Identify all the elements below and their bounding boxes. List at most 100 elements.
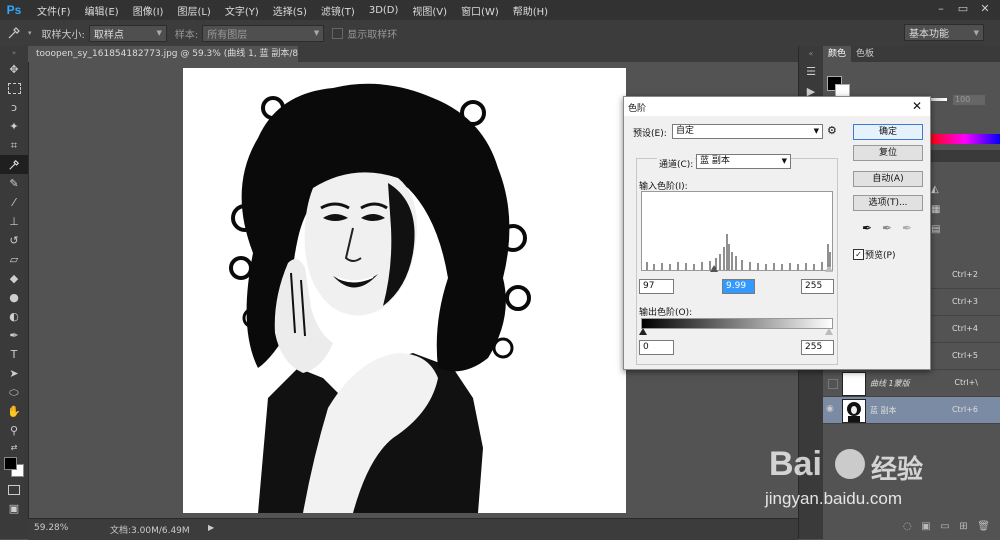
zoom-tool-icon[interactable]: ⚲ [0, 421, 28, 440]
output-white-handle[interactable] [825, 328, 833, 335]
dialog-title-bar[interactable]: 色阶 ✕ [624, 97, 930, 116]
chevron-down-icon: ▼ [781, 157, 787, 165]
output-gradient [641, 318, 833, 329]
layer-footer-icons: ◌ ▣ ▭ ⊞ 🗑 [903, 521, 990, 532]
color-spectrum[interactable] [929, 134, 1000, 144]
input-black-field[interactable]: 97 [639, 279, 674, 294]
swap-colors-icon[interactable]: ⇄ [0, 440, 28, 454]
tool-preset-arrow-icon[interactable]: ▾ [28, 29, 32, 37]
levels-dialog: 色阶 ✕ 预设(E): 自定 ▼ ⚙ 通道(C): 蓝 副本 ▼ 输入色阶(I): [623, 96, 931, 370]
eye-icon[interactable]: ◉ [826, 404, 838, 416]
menu-help[interactable]: 帮助(H) [506, 3, 555, 18]
pen-tool-icon[interactable]: ✒ [0, 326, 28, 345]
menu-layer[interactable]: 图层(L) [170, 3, 217, 18]
eraser-tool-icon[interactable]: ▱ [0, 250, 28, 269]
marquee-tool-icon[interactable] [0, 79, 28, 98]
menu-select[interactable]: 选择(S) [266, 3, 314, 18]
trash-icon[interactable]: 🗑 [977, 521, 990, 532]
preview-checkbox[interactable]: ✓ [853, 249, 864, 260]
black-eyedropper-icon[interactable]: ✒ [862, 221, 872, 235]
tab-swatches[interactable]: 色板 [851, 46, 879, 62]
menu-window[interactable]: 窗口(W) [454, 3, 506, 18]
close-window-button[interactable]: ✕ [976, 1, 994, 17]
document-canvas[interactable] [183, 68, 626, 513]
color-swatches[interactable] [0, 454, 28, 480]
workspace-select[interactable]: 基本功能 ▼ [904, 24, 984, 41]
menu-edit[interactable]: 编辑(E) [78, 3, 126, 18]
tab-color[interactable]: 颜色 [823, 46, 852, 62]
menu-image[interactable]: 图像(I) [126, 3, 171, 18]
paint-bucket-icon[interactable]: ◆ [0, 269, 28, 288]
fill-layer-icon[interactable]: ◌ [903, 521, 912, 532]
output-black-field[interactable]: 0 [639, 340, 674, 355]
menu-filter[interactable]: 滤镜(T) [314, 3, 362, 18]
sample-size-label: 取样大小: [41, 29, 85, 41]
sample-size-select[interactable]: 取样点 ▼ [88, 24, 167, 42]
opacity-value[interactable]: 100 [953, 95, 985, 105]
auto-button[interactable]: 自动(A) [853, 171, 923, 187]
adjustment-levels-icon[interactable]: ◭ [931, 184, 951, 198]
magic-wand-icon[interactable]: ✦ [0, 117, 28, 136]
adjustment-grid-icon[interactable]: ▦ [931, 204, 951, 218]
visibility-toggle[interactable] [828, 379, 838, 389]
layer-row-blue-copy[interactable]: ◉ 蓝 副本 Ctrl+6 [823, 397, 1000, 424]
history-panel-icon[interactable]: ☰ [799, 62, 823, 82]
options-button[interactable]: 选项(T)... [853, 195, 923, 211]
channel-select[interactable]: 蓝 副本 ▼ [696, 154, 791, 169]
quick-mask-icon[interactable] [0, 480, 28, 499]
healing-brush-icon[interactable]: ✎ [0, 174, 28, 193]
lasso-tool-icon[interactable]: ↄ [0, 98, 28, 117]
gray-eyedropper-icon[interactable]: ✒ [882, 221, 892, 235]
reset-button[interactable]: 复位 [853, 145, 923, 161]
layer-row-curves-mask[interactable]: 曲线 1蒙版 Ctrl+\ [823, 370, 1000, 397]
sample-select[interactable]: 所有图层 ▼ [202, 24, 325, 42]
new-layer-icon[interactable]: ⊞ [959, 521, 967, 532]
blur-tool-icon[interactable]: ● [0, 288, 28, 307]
sample-label: 样本: [174, 29, 199, 41]
output-white-field[interactable]: 255 [801, 340, 834, 355]
zoom-level[interactable]: 59.28% [34, 523, 68, 533]
collapse-panels-icon[interactable]: « [799, 46, 823, 62]
ok-button[interactable]: 确定 [853, 124, 923, 140]
hand-tool-icon[interactable]: ✋ [0, 402, 28, 421]
input-slider-track [641, 270, 831, 271]
input-gamma-field[interactable]: 9.99 [722, 279, 755, 294]
menu-file[interactable]: 文件(F) [30, 3, 78, 18]
input-white-handle[interactable] [825, 265, 833, 272]
maximize-button[interactable]: ▭ [954, 1, 972, 17]
output-black-handle[interactable] [639, 328, 647, 335]
menu-view[interactable]: 视图(V) [405, 3, 454, 18]
baidu-watermark: Bai 经验 jingyan.baidu.com [755, 445, 955, 515]
document-size-info: 文档:3.00M/6.49M [110, 526, 190, 536]
mask-icon[interactable]: ▣ [921, 521, 930, 532]
move-tool-icon[interactable]: ✥ [0, 60, 28, 79]
type-tool-icon[interactable]: T [0, 345, 28, 364]
path-select-icon[interactable]: ➤ [0, 364, 28, 383]
crop-tool-icon[interactable]: ⌗ [0, 136, 28, 155]
collapse-toolbar-icon[interactable]: » [0, 46, 28, 60]
shape-tool-icon[interactable]: ⬭ [0, 383, 28, 402]
status-menu-arrow-icon[interactable]: ▶ [208, 523, 214, 532]
document-tab[interactable]: tooopen_sy_161854182773.jpg @ 59.3% (曲线 … [28, 46, 298, 62]
minimize-button[interactable]: – [932, 1, 950, 17]
preset-select[interactable]: 自定 ▼ [672, 124, 823, 139]
menu-type[interactable]: 文字(Y) [218, 3, 266, 18]
input-black-handle[interactable] [710, 265, 718, 272]
stamp-tool-icon[interactable]: ⊥ [0, 212, 28, 231]
input-white-field[interactable]: 255 [801, 279, 834, 294]
close-icon[interactable]: ✕ [912, 99, 922, 113]
show-ring-checkbox[interactable] [332, 27, 344, 39]
eyedropper-tool-preset[interactable] [0, 26, 28, 40]
menu-3d[interactable]: 3D(D) [362, 5, 406, 16]
eyedropper-tool-icon[interactable] [0, 155, 28, 174]
adjustment-table-icon[interactable]: ▤ [931, 224, 951, 238]
new-group-icon[interactable]: ▭ [940, 521, 949, 532]
foreground-color-swatch[interactable] [4, 457, 17, 470]
layer-thumbnail [842, 372, 866, 396]
white-eyedropper-icon[interactable]: ✒ [902, 221, 912, 235]
dodge-tool-icon[interactable]: ◐ [0, 307, 28, 326]
screen-mode-icon[interactable]: ▣ [0, 499, 28, 518]
gear-icon[interactable]: ⚙ [827, 124, 837, 137]
history-brush-icon[interactable]: ↺ [0, 231, 28, 250]
brush-tool-icon[interactable]: ⁄ [0, 193, 28, 212]
